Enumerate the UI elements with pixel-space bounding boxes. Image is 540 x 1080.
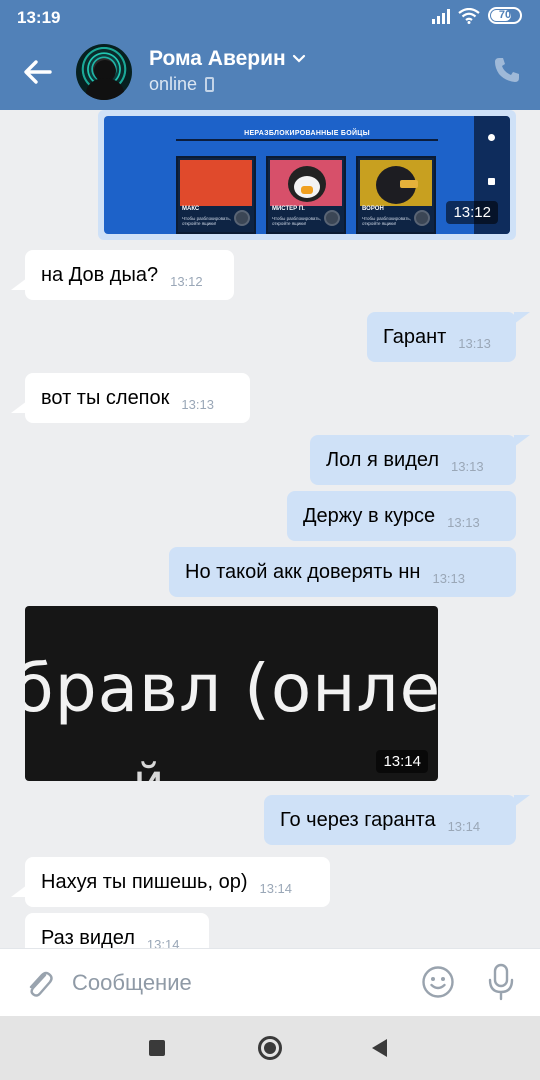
message-text: Нахуя ты пишешь, ор): [41, 870, 248, 893]
message-text: Держу в курсе: [303, 504, 436, 527]
message-time: 13:12: [446, 201, 498, 224]
game-screenshot-title: НЕРАЗБЛОКИРОВАННЫЕ БОЙЦЫ: [176, 130, 438, 141]
brawler-card: МИСТЕР П. Чтобы разблокировать, откройте…: [266, 156, 346, 234]
lock-icon: [324, 210, 340, 226]
message-time: 13:14: [146, 936, 180, 949]
incoming-message[interactable]: Нахуя ты пишешь, ор) 13:14: [11, 857, 330, 907]
incoming-message[interactable]: на Дов дыа? 13:12: [11, 250, 234, 300]
battery-level: 70: [498, 9, 512, 21]
game-screenshot[interactable]: НЕРАЗБЛОКИРОВАННЫЕ БОЙЦЫ МАКС Чтобы разб…: [104, 116, 510, 234]
message-time: 13:13: [181, 396, 214, 412]
message-text: Раз видел: [41, 926, 135, 949]
home-icon[interactable]: [258, 1036, 282, 1060]
message-composer: [0, 948, 540, 1016]
message-input[interactable]: [72, 963, 402, 1003]
message-text: Но такой акк доверять нн: [185, 560, 421, 583]
message-time: 13:14: [447, 818, 481, 834]
outgoing-message[interactable]: Лол я видел 13:13: [310, 435, 530, 485]
brawler-desc: Чтобы разблокировать, откройте ящики!: [182, 216, 231, 226]
lock-icon: [414, 210, 430, 226]
wifi-icon: [458, 7, 480, 24]
message-text: Лол я видел: [326, 448, 440, 471]
outgoing-message[interactable]: Но такой акк доверять нн 13:13: [169, 547, 516, 597]
brawler-desc: Чтобы разблокировать, откройте ящики!: [362, 216, 411, 226]
contact-name-text: Рома Аверин: [149, 47, 286, 70]
mobile-device-icon: [205, 77, 215, 92]
message-list[interactable]: НЕРАЗБЛОКИРОВАННЫЕ БОЙЦЫ МАКС Чтобы разб…: [0, 110, 540, 948]
avatar[interactable]: [76, 44, 132, 100]
outgoing-message[interactable]: Го через гаранта 13:14: [264, 795, 530, 845]
image-message[interactable]: НЕРАЗБЛОКИРОВАННЫЕ БОЙЦЫ МАКС Чтобы разб…: [98, 110, 516, 240]
message-text: на Дов дыа?: [41, 263, 159, 286]
message-time: 13:12: [170, 273, 203, 289]
lock-icon: [234, 210, 250, 226]
image-message[interactable]: бравл (онле й 13:14: [25, 606, 438, 781]
image-text: бравл (онле: [25, 650, 438, 727]
signal-icon: [432, 8, 450, 24]
message-time: 13:13: [458, 335, 491, 351]
status-icons: 70: [432, 7, 522, 24]
system-nav-bar: [0, 1016, 540, 1080]
outgoing-message[interactable]: Держу в курсе 13:13: [287, 491, 516, 541]
recent-apps-icon[interactable]: [149, 1040, 165, 1056]
message-time: 13:13: [451, 458, 484, 474]
brawler-card: МАКС Чтобы разблокировать, откройте ящик…: [176, 156, 256, 234]
message-text: Гарант: [383, 325, 447, 348]
emoji-icon[interactable]: [421, 965, 455, 999]
incoming-message[interactable]: Раз видел 13:14: [25, 913, 209, 948]
back-icon[interactable]: [372, 1039, 387, 1057]
contact-name[interactable]: Рома Аверин: [149, 47, 306, 71]
message-time: 13:14: [259, 880, 293, 896]
brawler-card: ВОРОН Чтобы разблокировать, откройте ящи…: [356, 156, 436, 234]
message-text: вот ты слепок: [41, 386, 170, 409]
battery-icon: 70: [488, 7, 522, 24]
message-time: 13:13: [432, 570, 466, 586]
brawler-name: ВОРОН: [362, 206, 384, 212]
message-time: 13:14: [376, 750, 428, 773]
online-status: online: [149, 74, 198, 94]
contact-status: online: [149, 74, 215, 95]
brawler-name: МАКС: [182, 206, 200, 212]
back-arrow-icon[interactable]: [20, 54, 56, 90]
image-text-partial: й: [133, 754, 164, 781]
outgoing-message[interactable]: Гарант 13:13: [367, 312, 530, 362]
message-time: 13:13: [447, 514, 480, 530]
status-bar: 13:19 70: [0, 0, 540, 34]
incoming-message[interactable]: вот ты слепок 13:13: [11, 373, 250, 423]
microphone-icon[interactable]: [486, 963, 516, 1001]
brawler-desc: Чтобы разблокировать, откройте ящики!: [272, 216, 321, 226]
message-text: Го через гаранта: [280, 808, 436, 831]
status-time: 13:19: [17, 8, 61, 27]
paperclip-icon[interactable]: [24, 967, 54, 999]
brawler-name: МИСТЕР П.: [272, 206, 305, 212]
chevron-down-icon: [292, 54, 305, 63]
chat-header: 13:19 70 Рома Аверин online: [0, 0, 540, 110]
phone-call-icon[interactable]: [492, 55, 522, 85]
